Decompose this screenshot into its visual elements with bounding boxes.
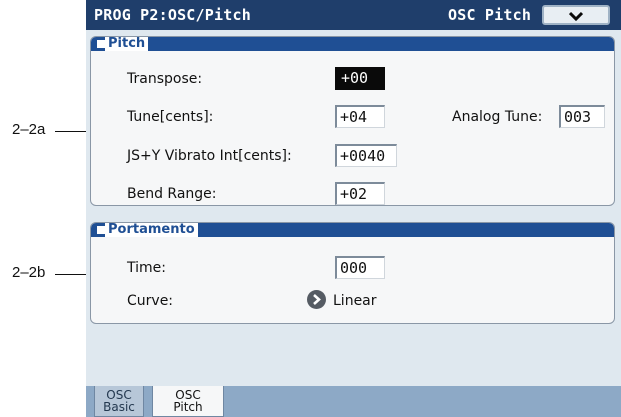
tab-osc-pitch[interactable]: OSC Pitch — [152, 386, 224, 417]
tune-field[interactable]: +04 — [335, 105, 385, 128]
chevron-right-icon — [313, 294, 321, 305]
section-marker-icon — [97, 40, 105, 48]
tab-label-line2: Basic — [103, 400, 135, 414]
callout-2-2a: 2–2a — [12, 121, 46, 138]
callout-2-2b: 2–2b — [12, 264, 46, 281]
curve-value: Linear — [333, 293, 377, 309]
portamento-panel: Portamento Time: 000 Curve: Linear — [90, 222, 615, 324]
section-marker-icon — [97, 226, 105, 234]
page-tab-bar: OSC Basic OSC Pitch — [86, 386, 621, 417]
time-field[interactable]: 000 — [335, 256, 385, 279]
lcd-screen: PROG P2:OSC/Pitch OSC Pitch Pitch Transp… — [86, 0, 621, 417]
page-title: PROG P2:OSC/Pitch — [94, 6, 251, 24]
pitch-heading: Pitch — [105, 37, 149, 51]
tune-label: Tune[cents]: — [127, 109, 214, 125]
analog-tune-label: Analog Tune: — [452, 109, 543, 125]
curve-popup-button[interactable] — [307, 290, 326, 309]
pitch-panel: Pitch Transpose: +00 Tune[cents]: +04 An… — [90, 36, 615, 206]
tab-label-line2: Pitch — [173, 400, 203, 414]
bend-range-field[interactable]: +02 — [335, 182, 385, 205]
bend-range-label: Bend Range: — [127, 186, 217, 202]
transpose-label: Transpose: — [127, 71, 203, 87]
js-vibrato-field[interactable]: +0040 — [335, 144, 397, 167]
chevron-down-icon — [569, 11, 583, 21]
portamento-panel-header: Portamento — [91, 223, 614, 237]
time-label: Time: — [127, 260, 166, 276]
title-bar: PROG P2:OSC/Pitch OSC Pitch — [86, 0, 621, 30]
analog-tune-field[interactable]: 003 — [559, 105, 605, 128]
page-menu-button[interactable] — [542, 5, 610, 25]
tab-osc-basic[interactable]: OSC Basic — [94, 386, 144, 417]
portamento-heading: Portamento — [105, 223, 198, 237]
pitch-panel-header: Pitch — [91, 37, 614, 51]
js-vibrato-label: JS+Y Vibrato Int[cents]: — [127, 148, 292, 164]
page-name-label: OSC Pitch — [448, 6, 532, 24]
transpose-field[interactable]: +00 — [335, 67, 385, 90]
curve-label: Curve: — [127, 293, 174, 309]
